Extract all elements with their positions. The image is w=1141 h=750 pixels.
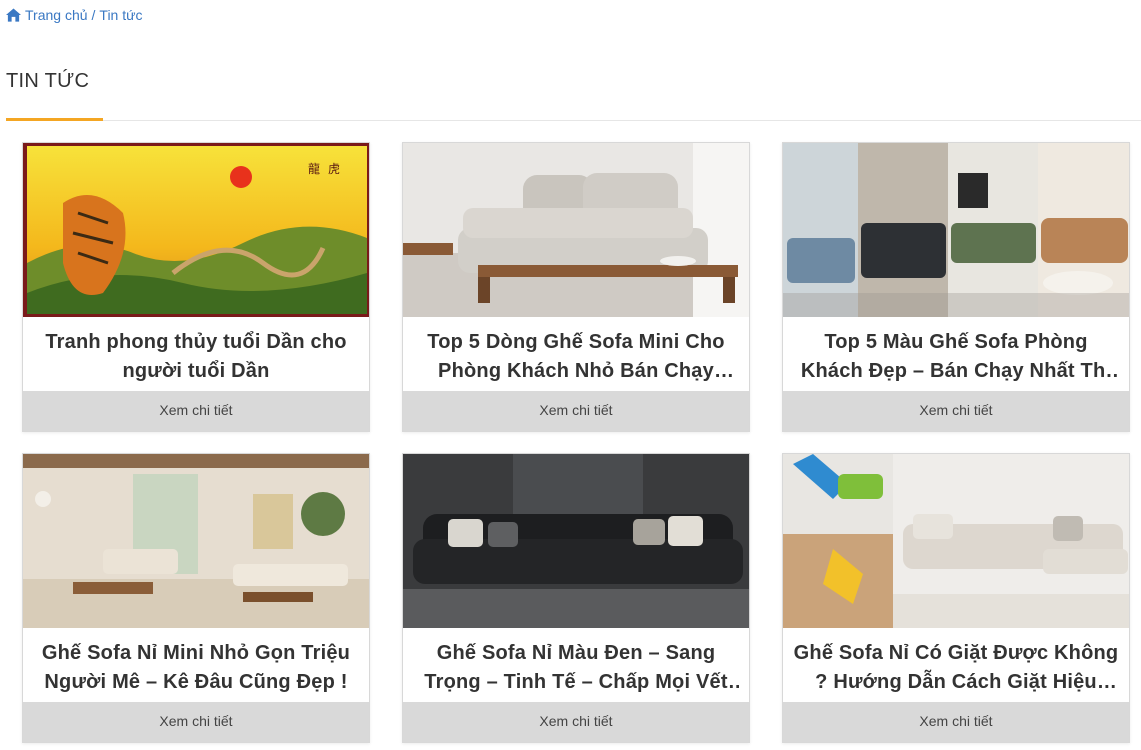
article-title[interactable]: Ghế Sofa Nỉ Mini Nhỏ Gọn Triệu Người Mê … [33, 639, 359, 697]
breadcrumb: Trang chủ / Tin tức [6, 7, 143, 23]
article-thumbnail[interactable] [403, 454, 749, 628]
article-title[interactable]: Ghế Sofa Nỉ Màu Đen – Sang Trọng – Tinh … [413, 639, 739, 697]
article-card: 龍 虎 Tranh phong thủy tuổi Dần cho người … [22, 142, 370, 432]
title-divider [6, 120, 1141, 121]
svg-text:虎: 虎 [328, 162, 340, 176]
article-thumbnail[interactable] [403, 143, 749, 317]
article-thumbnail[interactable] [23, 454, 369, 628]
view-details-button[interactable]: Xem chi tiết [403, 391, 749, 431]
breadcrumb-current[interactable]: Tin tức [99, 7, 142, 23]
view-details-button[interactable]: Xem chi tiết [783, 702, 1129, 742]
article-title[interactable]: Tranh phong thủy tuổi Dần cho người tuổi… [33, 328, 359, 386]
article-card: Top 5 Dòng Ghế Sofa Mini Cho Phòng Khách… [402, 142, 750, 432]
article-thumbnail[interactable] [783, 454, 1129, 628]
article-title[interactable]: Ghế Sofa Nỉ Có Giặt Được Không ? Hướng D… [793, 639, 1119, 697]
breadcrumb-home-link[interactable]: Trang chủ [25, 7, 88, 23]
article-card: Ghế Sofa Nỉ Có Giặt Được Không ? Hướng D… [782, 453, 1130, 743]
breadcrumb-separator: / [91, 7, 96, 23]
svg-text:龍: 龍 [308, 161, 320, 176]
page-title: TIN TỨC [6, 70, 90, 92]
view-details-button[interactable]: Xem chi tiết [23, 702, 369, 742]
article-thumbnail[interactable] [783, 143, 1129, 317]
view-details-button[interactable]: Xem chi tiết [783, 391, 1129, 431]
article-card: Top 5 Màu Ghế Sofa Phòng Khách Đẹp – Bán… [782, 142, 1130, 432]
article-card: Ghế Sofa Nỉ Mini Nhỏ Gọn Triệu Người Mê … [22, 453, 370, 743]
view-details-button[interactable]: Xem chi tiết [403, 702, 749, 742]
article-title[interactable]: Top 5 Dòng Ghế Sofa Mini Cho Phòng Khách… [413, 328, 739, 386]
home-icon[interactable] [6, 8, 21, 22]
title-accent-bar [6, 118, 103, 121]
article-thumbnail[interactable]: 龍 虎 [23, 143, 369, 317]
article-card: Ghế Sofa Nỉ Màu Đen – Sang Trọng – Tinh … [402, 453, 750, 743]
article-title[interactable]: Top 5 Màu Ghế Sofa Phòng Khách Đẹp – Bán… [793, 328, 1119, 386]
view-details-button[interactable]: Xem chi tiết [23, 391, 369, 431]
